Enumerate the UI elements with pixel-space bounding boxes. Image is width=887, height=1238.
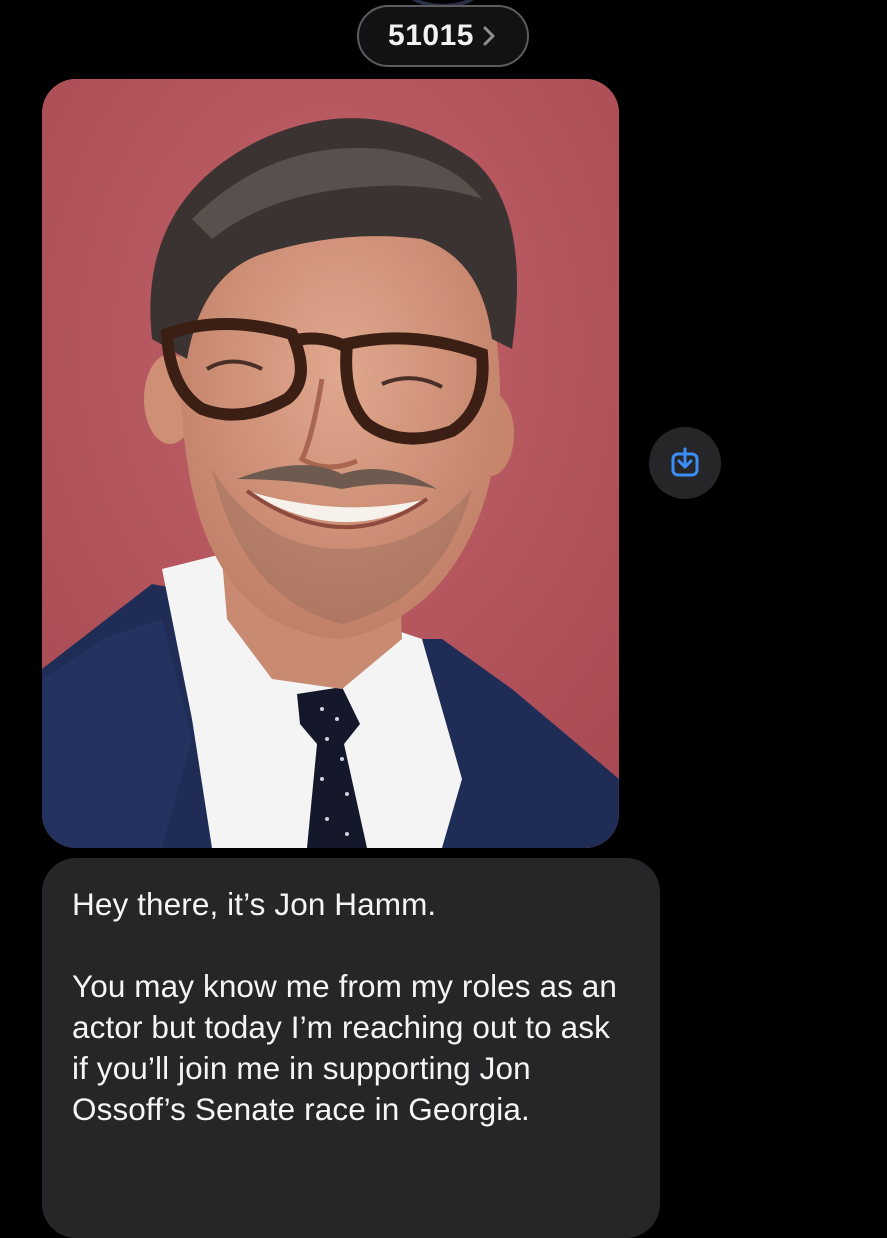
contact-number: 51015	[388, 19, 474, 52]
portrait-photo	[42, 79, 619, 848]
message-paragraph: You may know me from my roles as an acto…	[72, 968, 618, 1127]
save-to-device-icon	[671, 447, 699, 477]
chevron-right-icon	[483, 26, 495, 46]
text-message-bubble[interactable]: Hey there, it’s Jon Hamm. You may know m…	[42, 858, 660, 1238]
save-to-device-button[interactable]	[649, 427, 721, 499]
contact-name-button[interactable]: 51015	[357, 5, 529, 67]
message-paragraph: Hey there, it’s Jon Hamm.	[72, 886, 437, 922]
conversation-header: 51015	[0, 0, 887, 80]
photo-message[interactable]	[42, 79, 619, 848]
